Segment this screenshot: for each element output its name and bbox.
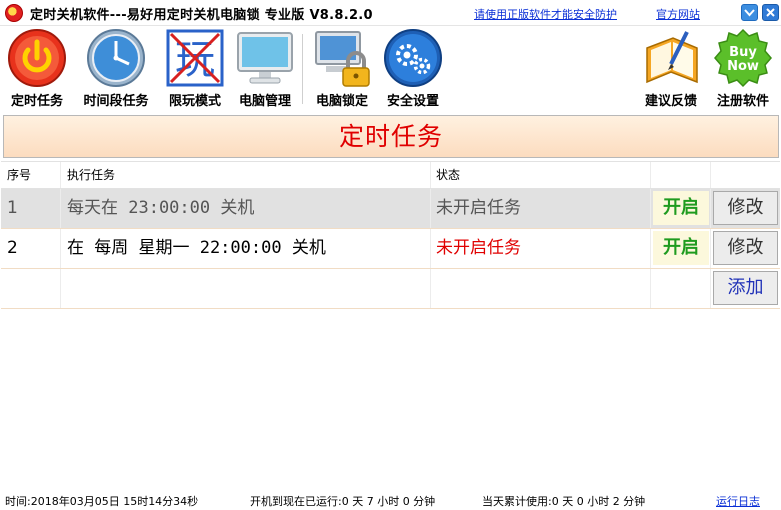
close-icon — [766, 8, 775, 17]
row-task: 在 每周 星期一 22:00:00 关机 — [61, 229, 431, 268]
row-status: 未开启任务 — [431, 189, 651, 228]
official-website-link[interactable]: 官方网站 — [656, 6, 700, 22]
edit-task-button[interactable]: 修改 — [713, 231, 778, 265]
enable-task-button[interactable]: 开启 — [653, 231, 709, 265]
power-icon — [7, 28, 67, 88]
section-title: 定时任务 — [338, 122, 443, 151]
toolbar-label: 电脑管理 — [238, 94, 291, 109]
close-button[interactable] — [762, 4, 779, 21]
toolbar-label: 时间段任务 — [83, 94, 149, 109]
column-header-task: 执行任务 — [61, 162, 431, 188]
column-header-no: 序号 — [1, 162, 61, 188]
toolbar-label: 安全设置 — [386, 94, 439, 109]
enable-cell-empty — [651, 269, 711, 308]
row-number-empty — [1, 269, 61, 308]
svg-text:Buy: Buy — [729, 45, 757, 60]
toolbar-computer-management[interactable]: 电脑管理 — [232, 28, 298, 109]
row-status: 未开启任务 — [431, 229, 651, 268]
run-log-link[interactable]: 运行日志 — [716, 493, 760, 509]
clock-icon — [86, 28, 146, 88]
genuine-software-link[interactable]: 请使用正版软件才能安全防护 — [474, 6, 617, 22]
column-header-edit — [711, 162, 780, 188]
chevron-down-icon — [744, 9, 755, 17]
menu-dropdown-button[interactable] — [741, 4, 758, 21]
toolbar-computer-lock[interactable]: 电脑锁定 — [308, 28, 376, 109]
table-row-empty: 添加 — [1, 269, 780, 309]
buy-now-icon: Buy Now — [713, 28, 773, 88]
toolbar-separator — [302, 34, 303, 104]
row-number: 1 — [1, 189, 61, 228]
row-task: 每天在 23:00:00 关机 — [61, 189, 431, 228]
row-task-empty — [61, 269, 431, 308]
enable-task-button[interactable]: 开启 — [653, 191, 709, 225]
table-header: 序号 执行任务 状态 — [1, 161, 780, 189]
toolbar-feedback[interactable]: 建议反馈 — [636, 28, 706, 109]
monitor-icon — [235, 28, 295, 88]
enable-cell: 开启 — [651, 229, 711, 268]
row-number: 2 — [1, 229, 61, 268]
toolbar-register-software[interactable]: Buy Now 注册软件 — [708, 28, 778, 109]
window-title: 定时关机软件---易好用定时关机电脑锁 专业版 V8.8.2.0 — [30, 8, 373, 23]
table-row[interactable]: 2 在 每周 星期一 22:00:00 关机 未开启任务 开启 修改 — [1, 229, 780, 269]
edit-cell: 修改 — [711, 189, 780, 228]
main-toolbar: 定时任务 时间段任务 玩 限玩模式 — [0, 26, 781, 110]
enable-cell: 开启 — [651, 189, 711, 228]
add-task-button[interactable]: 添加 — [713, 271, 778, 305]
status-bar: 时间:2018年03月05日 15时14分34秒 开机到现在已运行:0 天 7 … — [0, 488, 781, 510]
title-bar: 定时关机软件---易好用定时关机电脑锁 专业版 V8.8.2.0 请使用正版软件… — [0, 0, 781, 26]
svg-text:Now: Now — [727, 59, 759, 74]
uptime-text: 开机到现在已运行:0 天 7 小时 0 分钟 — [250, 495, 436, 508]
add-cell: 添加 — [711, 269, 780, 308]
toolbar-label: 定时任务 — [10, 94, 63, 109]
toolbar-label: 电脑锁定 — [315, 94, 368, 109]
task-table: 序号 执行任务 状态 1 每天在 23:00:00 关机 未开启任务 开启 修改… — [1, 161, 780, 309]
toolbar-time-period-tasks[interactable]: 时间段任务 — [76, 28, 156, 109]
daily-usage-text: 当天累计使用:0 天 0 小时 2 分钟 — [482, 495, 646, 508]
toolbar-security-settings[interactable]: 安全设置 — [380, 28, 446, 109]
toolbar-label: 限玩模式 — [168, 94, 221, 109]
computer-lock-icon — [312, 28, 372, 88]
edit-cell: 修改 — [711, 229, 780, 268]
app-logo-icon — [5, 4, 23, 22]
column-header-enable — [651, 162, 711, 188]
current-time: 时间:2018年03月05日 15时14分34秒 — [5, 495, 199, 508]
toolbar-scheduled-tasks[interactable]: 定时任务 — [2, 28, 72, 109]
section-banner: 定时任务 — [3, 115, 779, 158]
no-play-icon: 玩 — [165, 28, 225, 88]
row-status-empty — [431, 269, 651, 308]
gears-icon — [383, 28, 443, 88]
edit-task-button[interactable]: 修改 — [713, 191, 778, 225]
column-header-status: 状态 — [431, 162, 651, 188]
table-row[interactable]: 1 每天在 23:00:00 关机 未开启任务 开启 修改 — [1, 189, 780, 229]
notebook-pen-icon — [641, 28, 701, 88]
toolbar-limited-play-mode[interactable]: 玩 限玩模式 — [160, 28, 230, 109]
toolbar-label: 注册软件 — [716, 94, 769, 109]
toolbar-label: 建议反馈 — [644, 94, 697, 109]
